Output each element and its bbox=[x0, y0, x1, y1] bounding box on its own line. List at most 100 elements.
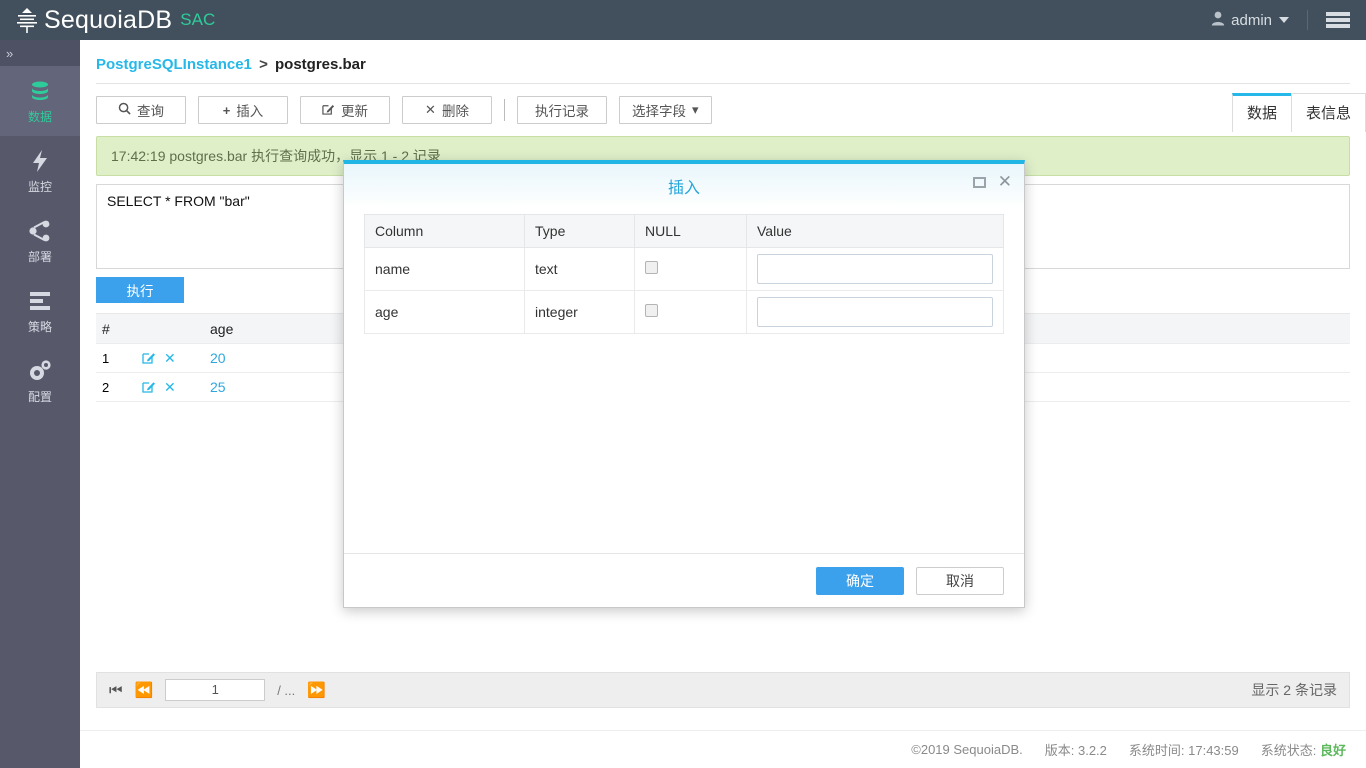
divider bbox=[1307, 10, 1308, 30]
status-badge: 良好 bbox=[1320, 743, 1346, 758]
page-total-label: / ... bbox=[277, 683, 295, 698]
sidebar-item-label: 部署 bbox=[28, 248, 52, 265]
backward-icon[interactable]: ⏪ bbox=[135, 681, 154, 699]
column-header-type: Type bbox=[525, 215, 635, 248]
query-button[interactable]: 查询 bbox=[96, 96, 186, 124]
pagination-bar: ⏮ ⏪ 1 / ... ⏩ 显示 2 条记录 bbox=[96, 672, 1350, 708]
sidebar-item-strategy[interactable]: 策略 bbox=[0, 276, 80, 346]
sidebar-item-monitor[interactable]: 监控 bbox=[0, 136, 80, 206]
select-fields-button[interactable]: 选择字段 ▾ bbox=[619, 96, 712, 124]
dialog-controls: ✕ bbox=[973, 176, 1012, 188]
footer-systime: 系统时间: 17:43:59 bbox=[1129, 740, 1239, 759]
user-menu[interactable]: admin bbox=[1211, 11, 1289, 30]
breadcrumb: PostgreSQLInstance1 > postgres.bar bbox=[80, 40, 1366, 73]
column-header-null: NULL bbox=[635, 215, 747, 248]
field-name: age bbox=[365, 291, 525, 334]
sidebar: » 数据 监控 部署 bbox=[0, 40, 80, 768]
database-icon bbox=[28, 78, 52, 104]
forward-icon[interactable]: ⏩ bbox=[307, 681, 326, 699]
field-value-cell bbox=[747, 291, 1004, 334]
dialog-body: Column Type NULL Value name text bbox=[344, 208, 1024, 554]
brand-name: SequoiaDB bbox=[44, 6, 172, 34]
top-bar: SequoiaDB SAC admin bbox=[0, 0, 1366, 40]
update-button[interactable]: 更新 bbox=[300, 96, 390, 124]
exec-log-button-label: 执行记录 bbox=[535, 100, 589, 120]
list-bars-icon bbox=[28, 288, 52, 314]
sidebar-item-data[interactable]: 数据 bbox=[0, 66, 80, 136]
hamburger-menu-icon[interactable] bbox=[1326, 12, 1350, 28]
sql-editor-value: SELECT * FROM "bar" bbox=[107, 193, 250, 209]
null-checkbox[interactable] bbox=[645, 304, 658, 317]
table-row: age integer bbox=[365, 291, 1004, 334]
sidebar-item-config[interactable]: 配置 bbox=[0, 346, 80, 416]
edit-square-icon[interactable] bbox=[142, 350, 156, 367]
double-chevron-right-icon: » bbox=[6, 46, 13, 61]
brand[interactable]: SequoiaDB SAC bbox=[0, 6, 215, 34]
edit-square-icon bbox=[322, 102, 335, 118]
footer: ©2019 SequoiaDB. 版本: 3.2.2 系统时间: 17:43:5… bbox=[80, 730, 1366, 768]
toolbar-divider bbox=[504, 99, 505, 121]
row-index: 2 bbox=[96, 380, 142, 395]
sidebar-toggle[interactable]: » bbox=[0, 40, 80, 66]
delete-button[interactable]: ✕ 删除 bbox=[402, 96, 492, 124]
column-header-index: # bbox=[96, 321, 142, 337]
null-checkbox[interactable] bbox=[645, 261, 658, 274]
run-button[interactable]: 执行 bbox=[96, 277, 184, 303]
field-value-cell bbox=[747, 248, 1004, 291]
table-row: name text bbox=[365, 248, 1004, 291]
dialog-footer: 确定 取消 bbox=[344, 553, 1024, 607]
exec-log-button[interactable]: 执行记录 bbox=[517, 96, 607, 124]
person-icon bbox=[1211, 11, 1225, 30]
update-button-label: 更新 bbox=[341, 100, 368, 120]
sidebar-item-label: 监控 bbox=[28, 178, 52, 195]
search-icon bbox=[118, 102, 131, 118]
caret-down-icon: ▾ bbox=[692, 102, 699, 118]
insert-fields-table: Column Type NULL Value name text bbox=[364, 214, 1004, 334]
record-count-label: 显示 2 条记录 bbox=[1251, 680, 1337, 700]
column-header-column: Column bbox=[365, 215, 525, 248]
confirm-button[interactable]: 确定 bbox=[816, 567, 904, 595]
value-input-age[interactable] bbox=[757, 297, 993, 327]
row-index: 1 bbox=[96, 351, 142, 366]
row-actions: ✕ bbox=[142, 350, 210, 367]
caret-down-icon bbox=[1279, 17, 1289, 23]
footer-status-label: 系统状态: bbox=[1261, 743, 1317, 758]
breadcrumb-separator: > bbox=[259, 56, 268, 73]
breadcrumb-instance[interactable]: PostgreSQLInstance1 bbox=[96, 56, 252, 73]
cancel-button[interactable]: 取消 bbox=[916, 567, 1004, 595]
insert-button[interactable]: + 插入 bbox=[198, 96, 288, 124]
breadcrumb-current: postgres.bar bbox=[275, 56, 366, 73]
plus-icon: + bbox=[223, 103, 231, 118]
insert-button-label: 插入 bbox=[236, 100, 263, 120]
field-null-cell bbox=[635, 291, 747, 334]
edit-square-icon[interactable] bbox=[142, 379, 156, 396]
maximize-icon[interactable] bbox=[973, 177, 986, 188]
page-input[interactable]: 1 bbox=[165, 679, 265, 701]
tab-bar: 数据 表信息 bbox=[1233, 93, 1366, 132]
column-header-value: Value bbox=[747, 215, 1004, 248]
field-type: text bbox=[525, 248, 635, 291]
times-icon[interactable]: ✕ bbox=[164, 379, 176, 396]
insert-dialog: 插入 ✕ Column Type NULL Value name text bbox=[343, 160, 1025, 608]
tab-table-info[interactable]: 表信息 bbox=[1291, 93, 1366, 132]
tree-icon bbox=[14, 6, 40, 34]
times-icon[interactable]: ✕ bbox=[164, 350, 176, 367]
row-actions: ✕ bbox=[142, 379, 210, 396]
field-null-cell bbox=[635, 248, 747, 291]
select-fields-button-label: 选择字段 bbox=[632, 100, 686, 120]
dialog-header: 插入 ✕ bbox=[344, 164, 1024, 208]
footer-version: 版本: 3.2.2 bbox=[1045, 740, 1107, 759]
times-icon: ✕ bbox=[425, 102, 436, 118]
close-icon[interactable]: ✕ bbox=[998, 176, 1012, 188]
sidebar-item-deploy[interactable]: 部署 bbox=[0, 206, 80, 276]
delete-button-label: 删除 bbox=[442, 100, 469, 120]
top-bar-right: admin bbox=[1211, 10, 1366, 30]
step-backward-icon[interactable]: ⏮ bbox=[109, 682, 123, 699]
tab-data[interactable]: 数据 bbox=[1232, 93, 1292, 132]
sidebar-item-label: 配置 bbox=[28, 388, 52, 405]
gears-icon bbox=[27, 358, 53, 384]
footer-status: 系统状态: 良好 bbox=[1261, 740, 1346, 759]
user-name: admin bbox=[1231, 12, 1272, 29]
value-input-name[interactable] bbox=[757, 254, 993, 284]
dialog-title: 插入 bbox=[668, 174, 700, 198]
